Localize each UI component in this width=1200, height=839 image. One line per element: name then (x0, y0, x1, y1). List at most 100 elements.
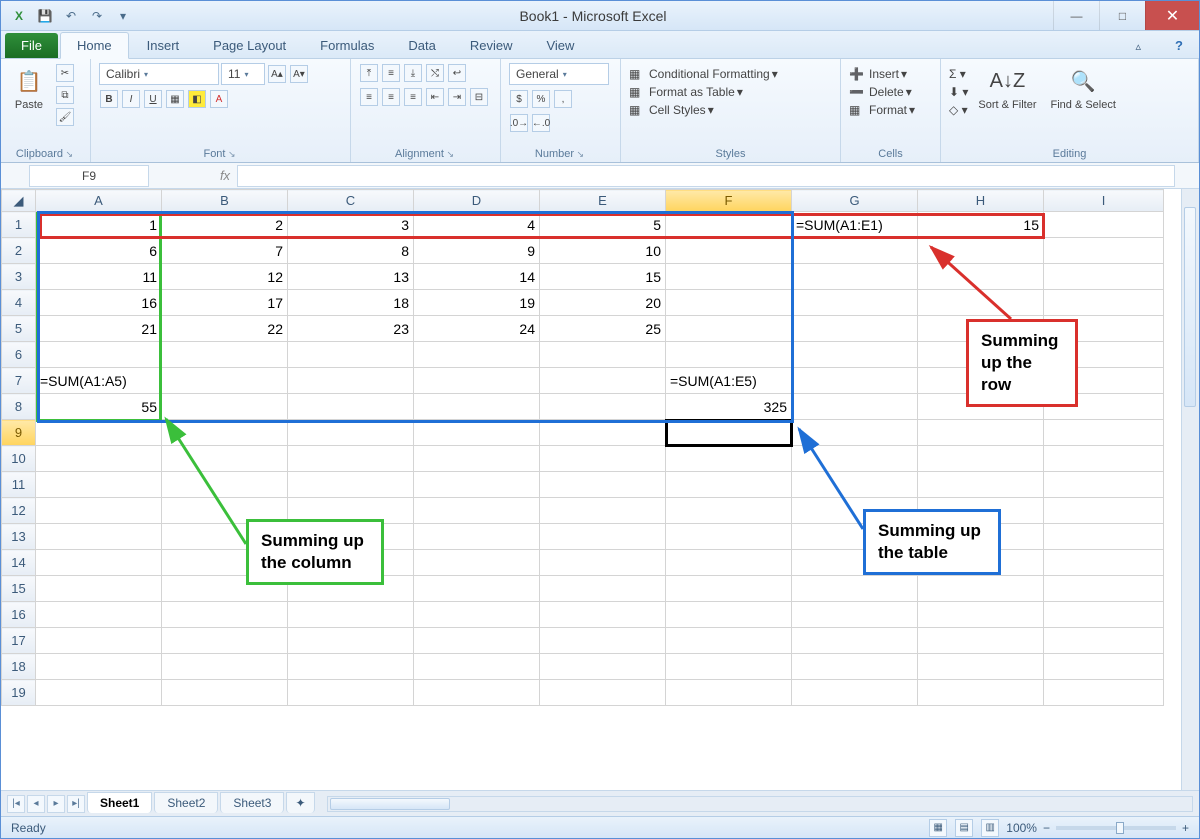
new-sheet-button[interactable]: ✦ (286, 792, 314, 813)
cell-G16[interactable] (792, 602, 918, 628)
maximize-button[interactable]: □ (1099, 1, 1145, 30)
cell-B16[interactable] (162, 602, 288, 628)
col-header-C[interactable]: C (288, 190, 414, 212)
cell-E14[interactable] (540, 550, 666, 576)
cell-G6[interactable] (792, 342, 918, 368)
col-header-H[interactable]: H (918, 190, 1044, 212)
cell-C9[interactable] (288, 420, 414, 446)
undo-button[interactable]: ↶ (61, 6, 81, 26)
cell-G5[interactable] (792, 316, 918, 342)
copy-button[interactable]: ⧉ (56, 86, 74, 104)
cell-G11[interactable] (792, 472, 918, 498)
cell-D14[interactable] (414, 550, 540, 576)
cell-B14[interactable] (162, 550, 288, 576)
sheet-nav-last[interactable]: ▸| (67, 795, 85, 813)
row-header-11[interactable]: 11 (2, 472, 36, 498)
cell-I3[interactable] (1044, 264, 1164, 290)
row-header-6[interactable]: 6 (2, 342, 36, 368)
sheet-nav-prev[interactable]: ◂ (27, 795, 45, 813)
redo-button[interactable]: ↷ (87, 6, 107, 26)
cell-I11[interactable] (1044, 472, 1164, 498)
col-header-D[interactable]: D (414, 190, 540, 212)
clear-button[interactable]: ◇ ▾ (949, 103, 968, 117)
row-header-3[interactable]: 3 (2, 264, 36, 290)
cell-H10[interactable] (918, 446, 1044, 472)
cell-H17[interactable] (918, 628, 1044, 654)
tab-insert[interactable]: Insert (131, 33, 196, 58)
cell-E12[interactable] (540, 498, 666, 524)
row-header-19[interactable]: 19 (2, 680, 36, 706)
cell-I1[interactable] (1044, 212, 1164, 238)
row-header-13[interactable]: 13 (2, 524, 36, 550)
font-color-button[interactable]: A (210, 90, 228, 108)
border-button[interactable]: ▦ (166, 90, 184, 108)
row-header-8[interactable]: 8 (2, 394, 36, 420)
cell-B11[interactable] (162, 472, 288, 498)
cell-G17[interactable] (792, 628, 918, 654)
zoom-level[interactable]: 100% (1006, 821, 1037, 835)
format-as-table-button[interactable]: ▦Format as Table ▾ (629, 85, 743, 99)
cell-H18[interactable] (918, 654, 1044, 680)
cell-F15[interactable] (666, 576, 792, 602)
cell-E17[interactable] (540, 628, 666, 654)
cell-G8[interactable] (792, 394, 918, 420)
col-header-F[interactable]: F (666, 190, 792, 212)
cell-A19[interactable] (36, 680, 162, 706)
paste-button[interactable]: 📋 Paste (9, 63, 49, 113)
bold-button[interactable]: B (100, 90, 118, 108)
cell-G14[interactable] (792, 550, 918, 576)
align-middle-button[interactable]: ≡ (382, 64, 400, 82)
cell-E19[interactable] (540, 680, 666, 706)
tab-file[interactable]: File (5, 33, 58, 58)
cell-D18[interactable] (414, 654, 540, 680)
cell-E18[interactable] (540, 654, 666, 680)
cell-E13[interactable] (540, 524, 666, 550)
increase-indent-button[interactable]: ⇥ (448, 88, 466, 106)
italic-button[interactable]: I (122, 90, 140, 108)
cell-G3[interactable] (792, 264, 918, 290)
sheet-nav-next[interactable]: ▸ (47, 795, 65, 813)
row-header-2[interactable]: 2 (2, 238, 36, 264)
underline-button[interactable]: U (144, 90, 162, 108)
increase-decimal-button[interactable]: .0→ (510, 114, 528, 132)
find-select-button[interactable]: 🔍 Find & Select (1047, 63, 1120, 113)
tab-view[interactable]: View (530, 33, 590, 58)
cell-B9[interactable] (162, 420, 288, 446)
cell-G12[interactable] (792, 498, 918, 524)
col-header-B[interactable]: B (162, 190, 288, 212)
wrap-text-button[interactable]: ↩ (448, 64, 466, 82)
cell-I5[interactable] (1044, 316, 1164, 342)
row-header-15[interactable]: 15 (2, 576, 36, 602)
cell-E9[interactable] (540, 420, 666, 446)
align-left-button[interactable]: ≡ (360, 88, 378, 106)
fill-button[interactable]: ⬇ ▾ (949, 85, 968, 99)
cell-C11[interactable] (288, 472, 414, 498)
decrease-font-button[interactable]: A▾ (290, 65, 308, 83)
cell-A10[interactable] (36, 446, 162, 472)
cell-A17[interactable] (36, 628, 162, 654)
cell-H9[interactable] (918, 420, 1044, 446)
row-header-14[interactable]: 14 (2, 550, 36, 576)
cell-F13[interactable] (666, 524, 792, 550)
percent-button[interactable]: % (532, 90, 550, 108)
currency-button[interactable]: $ (510, 90, 528, 108)
cell-I16[interactable] (1044, 602, 1164, 628)
cell-A18[interactable] (36, 654, 162, 680)
select-all-button[interactable]: ◢ (2, 190, 36, 212)
cell-D11[interactable] (414, 472, 540, 498)
row-header-9[interactable]: 9 (2, 420, 36, 446)
cell-C12[interactable] (288, 498, 414, 524)
cell-C14[interactable] (288, 550, 414, 576)
col-header-I[interactable]: I (1044, 190, 1164, 212)
merge-button[interactable]: ⊟ (470, 88, 488, 106)
save-button[interactable]: 💾 (35, 6, 55, 26)
cell-D10[interactable] (414, 446, 540, 472)
cell-G18[interactable] (792, 654, 918, 680)
cell-F9[interactable] (666, 420, 792, 446)
tab-home[interactable]: Home (60, 32, 129, 59)
cell-H8[interactable] (918, 394, 1044, 420)
col-header-A[interactable]: A (36, 190, 162, 212)
view-normal-button[interactable]: ▦ (929, 819, 947, 837)
cell-I12[interactable] (1044, 498, 1164, 524)
font-size-select[interactable]: 11▾ (221, 63, 265, 85)
